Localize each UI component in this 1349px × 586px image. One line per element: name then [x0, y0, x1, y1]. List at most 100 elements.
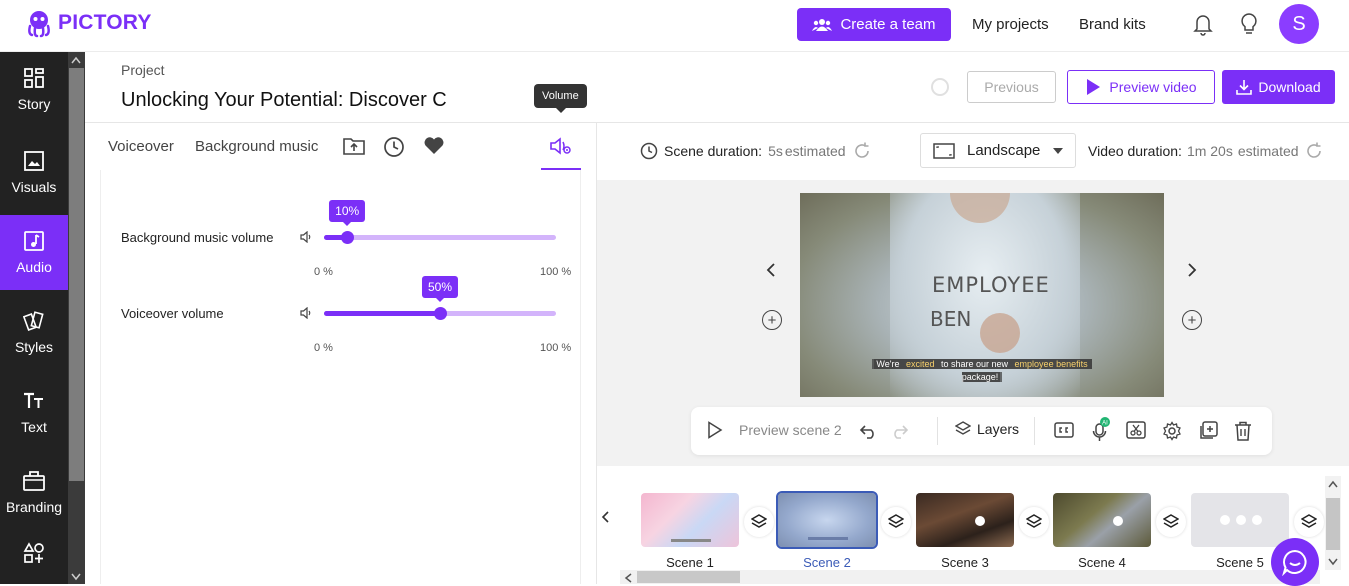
scene-3-layers-button[interactable]	[1019, 507, 1049, 537]
scissors-icon[interactable]	[1126, 421, 1146, 439]
tab-voiceover[interactable]: Voiceover	[108, 138, 174, 155]
download-label: Download	[1258, 79, 1321, 95]
my-projects-link[interactable]: My projects	[972, 16, 1049, 33]
scene-1-layers-button[interactable]	[744, 507, 774, 537]
scene-thumbnail-5[interactable]	[1191, 493, 1289, 547]
layers-label: Layers	[977, 421, 1020, 437]
thumbnail-loading-dots	[1220, 515, 1262, 525]
background-music-volume-label: Background music volume	[121, 230, 274, 245]
scene-thumbnail-3[interactable]	[916, 493, 1014, 547]
scroll-up-arrow-icon[interactable]	[71, 56, 81, 64]
video-duration-value: 1m 20s	[1186, 143, 1233, 159]
refresh-icon[interactable]	[852, 141, 872, 161]
scroll-down-arrow-icon[interactable]	[71, 573, 81, 581]
top-bar: PICTORY Create a team My projects Brand …	[0, 0, 1349, 52]
scene-caption: We're excited to share our new employee …	[872, 358, 1092, 384]
download-button[interactable]: Download	[1222, 70, 1335, 104]
header-divider	[85, 122, 1349, 123]
preview-scene-button[interactable]: Preview scene 2	[707, 421, 842, 439]
create-team-button[interactable]: Create a team	[797, 8, 951, 41]
grid-icon	[24, 68, 44, 88]
add-scene-before-icon[interactable]: +	[762, 310, 782, 330]
scroll-up-arrow-icon[interactable]	[1328, 480, 1338, 488]
scene-label-2: Scene 2	[803, 555, 851, 570]
chat-support-button[interactable]	[1271, 538, 1319, 586]
layers-icon	[751, 514, 767, 528]
scene-4-layers-button[interactable]	[1156, 507, 1186, 537]
sidebar-label-audio: Audio	[16, 259, 52, 275]
ai-badge: AI	[1102, 420, 1108, 426]
trash-delete-icon[interactable]	[1234, 421, 1252, 441]
sidebar-label-styles: Styles	[14, 339, 54, 355]
sidebar-item-visuals[interactable]: Visuals	[0, 135, 68, 210]
sidebar-item-elements[interactable]	[0, 542, 68, 582]
text-icon	[24, 392, 43, 408]
undo-icon[interactable]	[857, 423, 879, 439]
caret-down-icon	[1053, 147, 1064, 154]
layers-icon	[1026, 514, 1042, 528]
previous-scene-chevron-icon[interactable]	[766, 263, 776, 277]
previous-button[interactable]: Previous	[967, 71, 1056, 103]
sidebar-item-branding[interactable]: Branding	[0, 455, 68, 530]
scene-preview-image[interactable]: EMPLOYEE BEN We're excited to share our …	[800, 193, 1164, 397]
scene-thumbnail-4[interactable]	[1053, 493, 1151, 547]
scene-2-layers-button[interactable]	[881, 507, 911, 537]
ai-voice-microphone-icon[interactable]: AI	[1090, 417, 1112, 443]
redo-icon[interactable]	[889, 423, 911, 439]
scroll-left-arrow-icon[interactable]	[624, 573, 632, 583]
voiceover-volume-label: Voiceover volume	[121, 306, 224, 321]
refresh-icon[interactable]	[1304, 141, 1324, 161]
sidebar-item-styles[interactable]: Styles	[0, 295, 68, 370]
caption-highlight: employee benefits	[1012, 359, 1090, 369]
timeline-left-chevron-icon[interactable]	[601, 511, 610, 523]
sidebar-item-audio[interactable]: Audio	[0, 215, 68, 290]
voiceover-volume-slider[interactable]	[324, 307, 556, 320]
project-title[interactable]: Unlocking Your Potential: Discover C	[121, 89, 464, 112]
video-duration-label: Video duration:	[1088, 143, 1182, 159]
user-avatar[interactable]: S	[1279, 4, 1319, 44]
layers-icon	[1301, 514, 1317, 528]
scene-thumbnail-1[interactable]	[641, 493, 739, 547]
sidebar-scrollbar-thumb[interactable]	[69, 68, 84, 481]
orientation-dropdown[interactable]: Landscape	[920, 133, 1076, 168]
duplicate-scene-icon[interactable]	[1198, 421, 1218, 441]
next-scene-chevron-icon[interactable]	[1187, 263, 1197, 277]
scroll-down-arrow-icon[interactable]	[1328, 558, 1338, 566]
loading-spinner-icon	[931, 78, 949, 96]
voiceover-volume-fill	[324, 311, 440, 316]
lightbulb-icon[interactable]	[1240, 12, 1258, 36]
settings-gear-icon[interactable]	[1162, 421, 1182, 441]
scene-thumbnail-2[interactable]	[776, 491, 878, 549]
volume-tooltip: Volume	[534, 84, 587, 113]
music-icon	[24, 231, 44, 251]
bell-icon[interactable]	[1193, 12, 1213, 36]
tab-background-music[interactable]: Background music	[195, 138, 318, 155]
shapes-icon	[23, 542, 44, 563]
closed-captions-icon[interactable]	[1054, 421, 1074, 439]
styles-icon	[23, 311, 44, 331]
layers-button[interactable]: Layers	[955, 421, 1019, 437]
background-music-volume-slider[interactable]	[324, 231, 556, 244]
sidebar-item-story[interactable]: Story	[0, 52, 68, 127]
voiceover-volume-max: 100 %	[540, 342, 572, 354]
pictory-logo[interactable]: PICTORY	[24, 8, 152, 38]
volume-settings-icon[interactable]	[550, 136, 572, 156]
heart-favorites-icon[interactable]	[423, 136, 445, 156]
add-scene-after-icon[interactable]: +	[1182, 310, 1202, 330]
timeline-vertical-scrollbar-thumb[interactable]	[1326, 498, 1340, 550]
scene-5-layers-button[interactable]	[1294, 507, 1324, 537]
background-music-volume-badge: 10%	[329, 200, 366, 226]
voiceover-volume-knob[interactable]	[434, 307, 447, 320]
voiceover-volume-min: 0 %	[314, 342, 333, 354]
brand-kits-link[interactable]: Brand kits	[1079, 16, 1146, 33]
upload-folder-icon[interactable]	[343, 136, 365, 156]
play-icon	[1087, 79, 1101, 95]
landscape-icon	[933, 142, 955, 159]
preview-video-button[interactable]: Preview video	[1067, 70, 1215, 104]
scene-duration-estimated: estimated	[784, 143, 846, 159]
timeline-horizontal-scrollbar-thumb[interactable]	[637, 571, 740, 583]
history-clock-icon[interactable]	[383, 136, 405, 158]
sidebar-item-text[interactable]: Text	[0, 375, 68, 450]
left-sidebar: Story Visuals Audio Styles Text Branding	[0, 52, 68, 584]
thumbnail-loading-dot	[975, 516, 985, 526]
